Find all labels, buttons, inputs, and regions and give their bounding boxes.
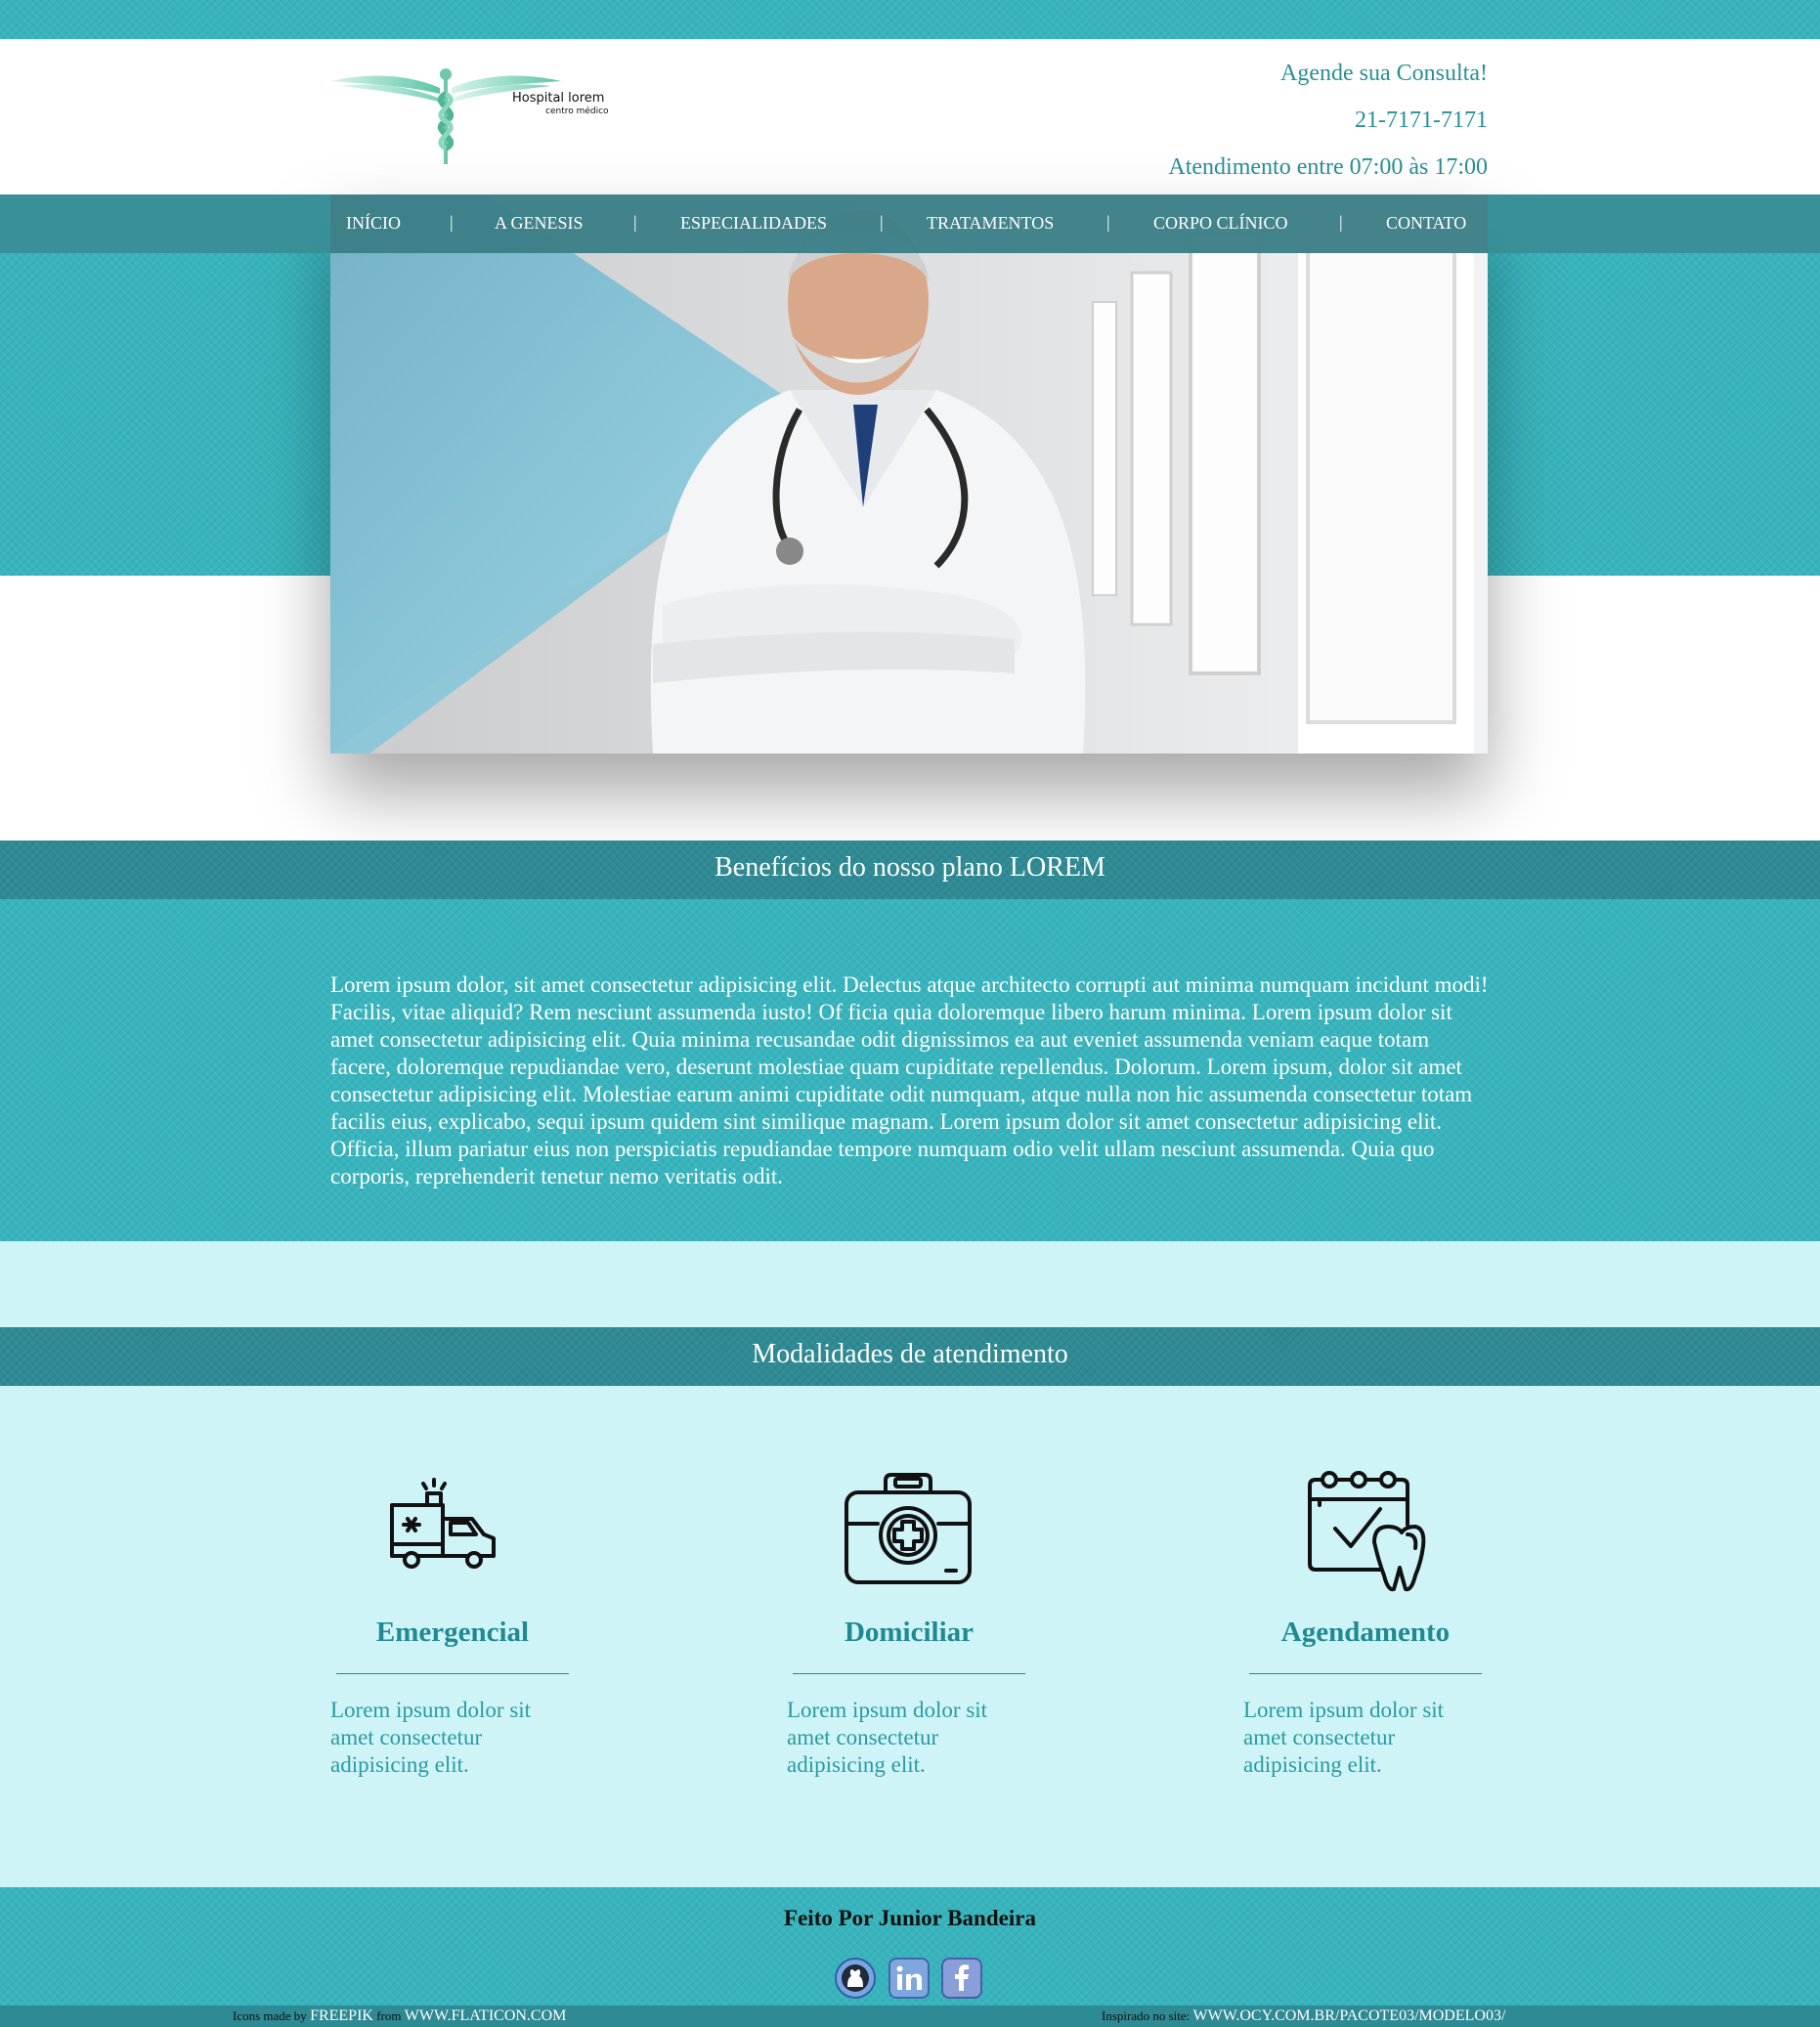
inspired-site-link[interactable]: WWW.OCY.COM.BR/PACOTE03/MODELO03/ — [1193, 2007, 1506, 2024]
nav-corpo-clinico[interactable]: CORPO CLÍNICO — [1153, 213, 1288, 234]
card-text-agendamento: Lorem ipsum dolor sit amet consectetur a… — [1243, 1698, 1445, 1777]
card-text-emergencial: Lorem ipsum dolor sit amet consectetur a… — [330, 1698, 532, 1777]
calendar-tooth-icon — [1306, 1466, 1443, 1603]
hospital-logo[interactable]: Hospital lorem centro médico — [330, 65, 672, 168]
inspired-prefix: Inspirado no site: — [1102, 2008, 1191, 2023]
nav-separator: | — [1339, 212, 1343, 232]
nav-tratamentos[interactable]: TRATAMENTOS — [927, 213, 1054, 234]
logo-subtitle: centro médico — [545, 106, 609, 116]
card-divider — [793, 1673, 1025, 1674]
modalities-title: Modalidades de atendimento — [752, 1339, 1068, 1369]
benefits-title: Benefícios do nosso plano LOREM — [715, 852, 1105, 883]
nav-contato[interactable]: CONTATO — [1386, 213, 1466, 234]
inspired-note: Inspirado no site: WWW.OCY.COM.BR/PACOTE… — [1102, 2007, 1505, 2025]
header — [0, 39, 1820, 194]
card-divider — [336, 1673, 569, 1674]
contact-cta: Agende sua Consulta! — [1280, 61, 1488, 86]
icons-credit-note: Icons made by FREEPIK from WWW.FLATICON.… — [233, 2007, 566, 2025]
card-title-emergencial: Emergencial — [375, 1617, 530, 1648]
github-icon[interactable] — [835, 1958, 876, 1999]
contact-hours: Atendimento entre 07:00 às 17:00 — [1168, 154, 1488, 180]
nav-separator: | — [880, 212, 884, 232]
freepik-link[interactable]: FREEPIK — [310, 2007, 373, 2024]
nav-separator: | — [1106, 212, 1110, 232]
facebook-icon[interactable] — [941, 1958, 982, 1999]
card-title-domiciliar: Domiciliar — [844, 1617, 975, 1648]
benefits-header-bar: Benefícios do nosso plano LOREM — [0, 841, 1820, 899]
card-title-agendamento: Agendamento — [1280, 1617, 1451, 1648]
icons-credit-mid: from — [376, 2008, 402, 2023]
footer-credit: Feito Por Junior Bandeira — [784, 1906, 1036, 1930]
linkedin-icon[interactable] — [888, 1958, 930, 1999]
first-aid-kit-icon — [843, 1471, 979, 1608]
hero-doctor-image — [330, 194, 1488, 754]
nav-separator: | — [450, 212, 454, 232]
card-text-domiciliar: Lorem ipsum dolor sit amet consectetur a… — [787, 1698, 988, 1777]
nav-separator: | — [633, 212, 637, 232]
icons-credit-prefix: Icons made by — [233, 2008, 307, 2023]
flaticon-link[interactable]: WWW.FLATICON.COM — [405, 2007, 567, 2024]
nav-especialidades[interactable]: ESPECIALIDADES — [680, 213, 827, 234]
benefits-text: Lorem ipsum dolor, sit amet consectetur … — [330, 972, 1489, 1188]
navbar-inner: INÍCIO | A GENESIS | ESPECIALIDADES | TR… — [330, 194, 1488, 253]
ambulance-icon — [384, 1476, 521, 1613]
logo-name: Hospital lorem — [512, 91, 604, 106]
modalities-header-bar: Modalidades de atendimento — [0, 1327, 1820, 1386]
top-strip — [0, 0, 1820, 39]
contact-phone[interactable]: 21-7171-7171 — [1355, 108, 1488, 134]
benefits-body: Lorem ipsum dolor, sit amet consectetur … — [0, 899, 1820, 1241]
navbar-overlay: INÍCIO | A GENESIS | ESPECIALIDADES | TR… — [0, 194, 1820, 253]
nav-a-genesis[interactable]: A GENESIS — [495, 213, 584, 234]
nav-inicio[interactable]: INÍCIO — [346, 213, 401, 234]
card-divider — [1249, 1673, 1482, 1674]
